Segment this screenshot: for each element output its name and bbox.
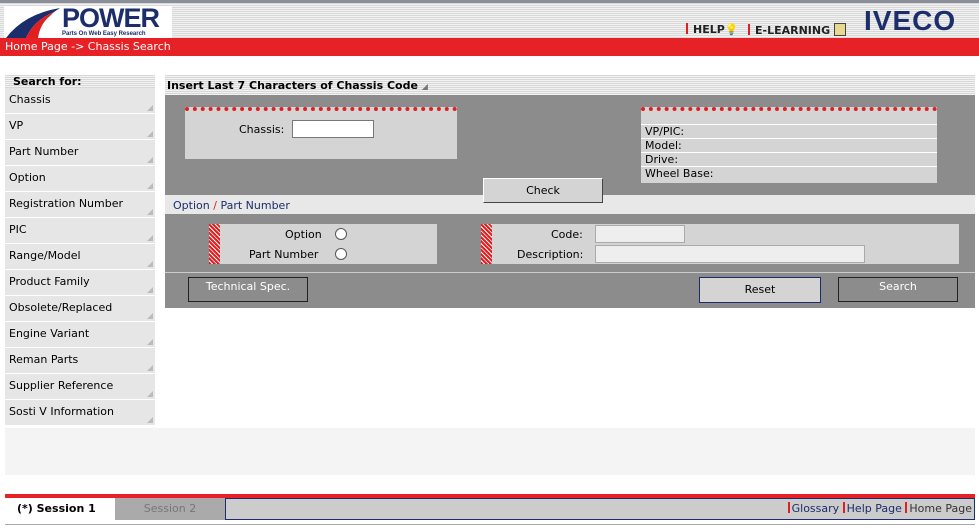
code-panel: Code: Description: (481, 224, 959, 264)
help-link[interactable]: HELP💡 (686, 23, 739, 36)
sidebar-item-pic[interactable]: PIC (5, 218, 155, 244)
breadcrumb: Home Page -> Chassis Search (0, 38, 979, 56)
chassis-input[interactable] (292, 120, 374, 138)
footer-links: Glossary Help Page Home Page (225, 498, 975, 520)
main-panel: Insert Last 7 Characters of Chassis Code… (165, 75, 975, 308)
option-radio[interactable] (335, 228, 347, 240)
search-button[interactable]: Search (838, 277, 958, 302)
check-button[interactable]: Check (483, 178, 603, 203)
sidebar-item-registration-number[interactable]: Registration Number (5, 192, 155, 218)
technical-spec-button[interactable]: Technical Spec. (188, 277, 308, 302)
option-radio-label: Option (285, 228, 322, 241)
sidebar-item-supplier-reference[interactable]: Supplier Reference (5, 374, 155, 400)
elearning-label: E-LEARNING (755, 24, 831, 37)
model-label: Model: (641, 139, 937, 153)
help-page-link[interactable]: Help Page (842, 502, 902, 515)
sidebar-item-range-model[interactable]: Range/Model (5, 244, 155, 270)
code-label: Code: (551, 228, 583, 241)
header: POWER Parts On Web Easy Research HELP💡 E… (0, 3, 979, 40)
logo-swoosh-icon (6, 8, 60, 38)
red-marker (209, 224, 220, 264)
logo-text: POWER (62, 3, 160, 33)
subheader-separator: / (213, 199, 217, 212)
glossary-link[interactable]: Glossary (787, 502, 840, 515)
sidebar-item-vp[interactable]: VP (5, 114, 155, 140)
lightbulb-icon: 💡 (724, 23, 739, 36)
chassis-section: Chassis: Check VP/PIC: Model: Drive: Whe… (165, 95, 975, 203)
section-title-text: Insert Last 7 Characters of Chassis Code (167, 79, 418, 92)
sidebar-item-option[interactable]: Option (5, 166, 155, 192)
chassis-label: Chassis: (239, 123, 285, 136)
option-section: Option Part Number Code: Description: (165, 214, 975, 273)
sidebar-item-obsolete-replaced[interactable]: Obsolete/Replaced (5, 296, 155, 322)
help-label: HELP (693, 23, 725, 36)
session-2-tab[interactable]: Session 2 (115, 498, 225, 520)
vp-pic-label: VP/PIC: (641, 125, 937, 139)
sidebar-item-chassis[interactable]: Chassis (5, 88, 155, 114)
drive-label: Drive: (641, 153, 937, 167)
description-input[interactable] (595, 245, 865, 263)
sidebar-heading: Search for: (5, 75, 155, 88)
footer-divider (5, 524, 975, 525)
logo-subtitle: Parts On Web Easy Research (62, 31, 146, 37)
sidebar-item-sosti-v-information[interactable]: Sosti V Information (5, 400, 155, 426)
code-input[interactable] (595, 225, 685, 243)
sidebar-item-part-number[interactable]: Part Number (5, 140, 155, 166)
sidebar-item-product-family[interactable]: Product Family (5, 270, 155, 296)
subheader-option: Option (173, 199, 210, 212)
help-page-label: Help Page (846, 502, 902, 515)
home-page-link[interactable]: Home Page (905, 502, 972, 515)
content-background (5, 428, 975, 475)
home-page-label: Home Page (909, 502, 972, 515)
part-number-radio-label: Part Number (249, 248, 319, 261)
iveco-logo: IVECO (864, 5, 957, 36)
sidebar-item-engine-variant[interactable]: Engine Variant (5, 322, 155, 348)
sidebar-item-reman-parts[interactable]: Reman Parts (5, 348, 155, 374)
reset-button[interactable]: Reset (699, 277, 821, 303)
chassis-panel: Chassis: (185, 107, 457, 159)
red-marker (481, 224, 492, 264)
elearning-link[interactable]: E-LEARNING (748, 23, 846, 37)
radio-panel: Option Part Number (209, 224, 437, 264)
part-number-radio[interactable] (335, 248, 347, 260)
calculator-icon (833, 23, 846, 36)
glossary-label: Glossary (791, 502, 840, 515)
actions-bar: Technical Spec. Reset Search (165, 273, 975, 308)
wheel-base-label: Wheel Base: (645, 167, 714, 180)
subheader-part-number: Part Number (220, 199, 290, 212)
vehicle-info-panel: VP/PIC: Model: Drive: Wheel Base: (641, 107, 937, 183)
description-label: Description: (517, 248, 584, 261)
power-logo[interactable]: POWER Parts On Web Easy Research (4, 3, 172, 40)
section-title: Insert Last 7 Characters of Chassis Code… (165, 75, 975, 95)
sidebar: Search for: Chassis VP Part Number Optio… (5, 75, 155, 426)
collapse-icon[interactable]: ◢ (422, 82, 428, 91)
footer: (*) Session 1 Session 2 Glossary Help Pa… (5, 498, 975, 520)
session-1-tab[interactable]: (*) Session 1 (5, 498, 115, 520)
